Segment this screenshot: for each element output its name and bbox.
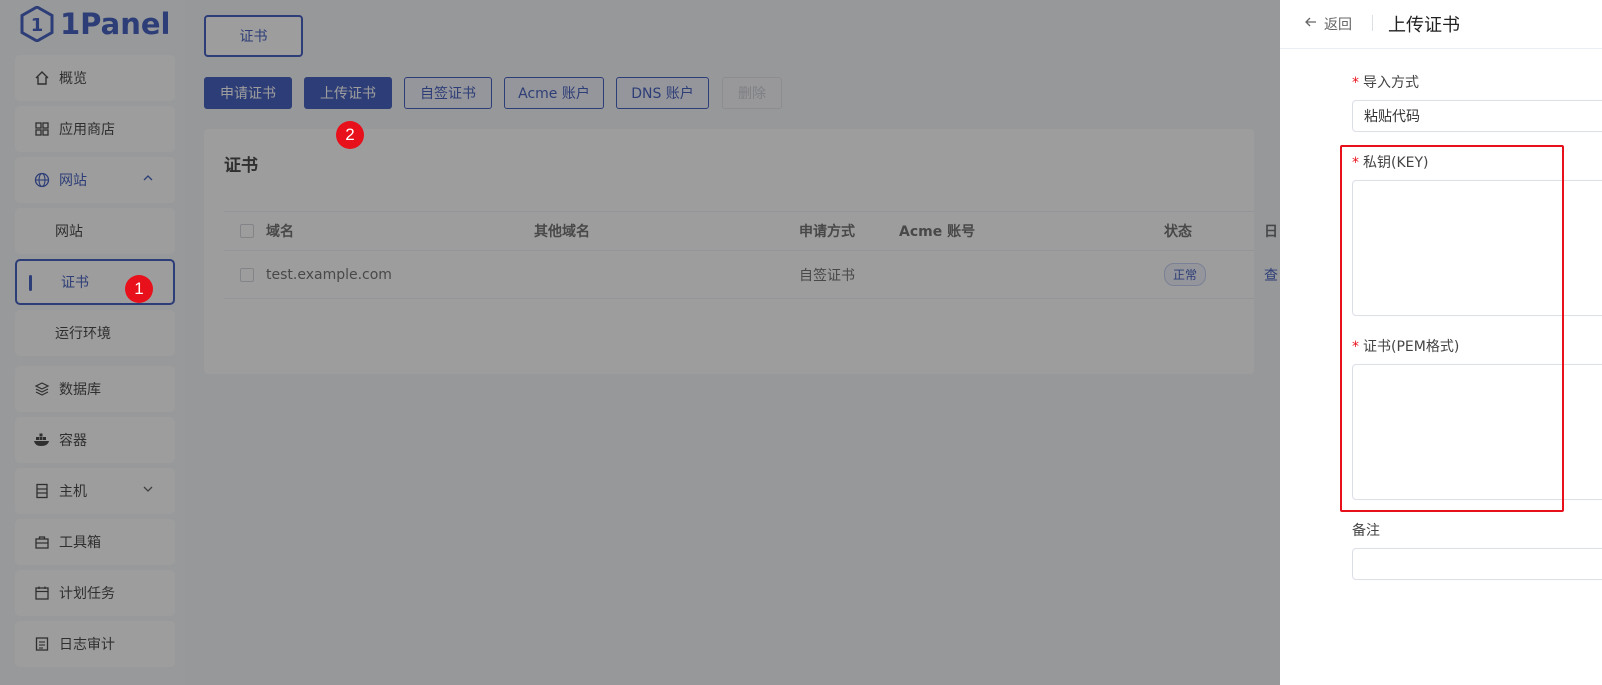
remark-input[interactable]	[1352, 548, 1602, 580]
drawer-header: 返回 上传证书	[1280, 0, 1602, 49]
annotation-badge-2: 2	[336, 121, 364, 149]
drawer-title: 上传证书	[1388, 15, 1460, 36]
annotation-badge-1: 1	[125, 275, 153, 303]
required-mark: *	[1352, 75, 1359, 91]
import-method-label: * 导入方式	[1352, 72, 1419, 92]
remark-label: 备注	[1352, 523, 1380, 539]
import-method-label-text: 导入方式	[1363, 75, 1419, 91]
arrow-left-icon	[1304, 15, 1318, 33]
modal-overlay[interactable]	[0, 0, 1280, 685]
import-method-select[interactable]: 粘贴代码	[1352, 100, 1602, 132]
back-button[interactable]: 返回	[1304, 14, 1352, 34]
back-label: 返回	[1324, 17, 1352, 33]
header-divider	[1372, 15, 1373, 31]
annotation-highlight-frame	[1340, 145, 1564, 512]
